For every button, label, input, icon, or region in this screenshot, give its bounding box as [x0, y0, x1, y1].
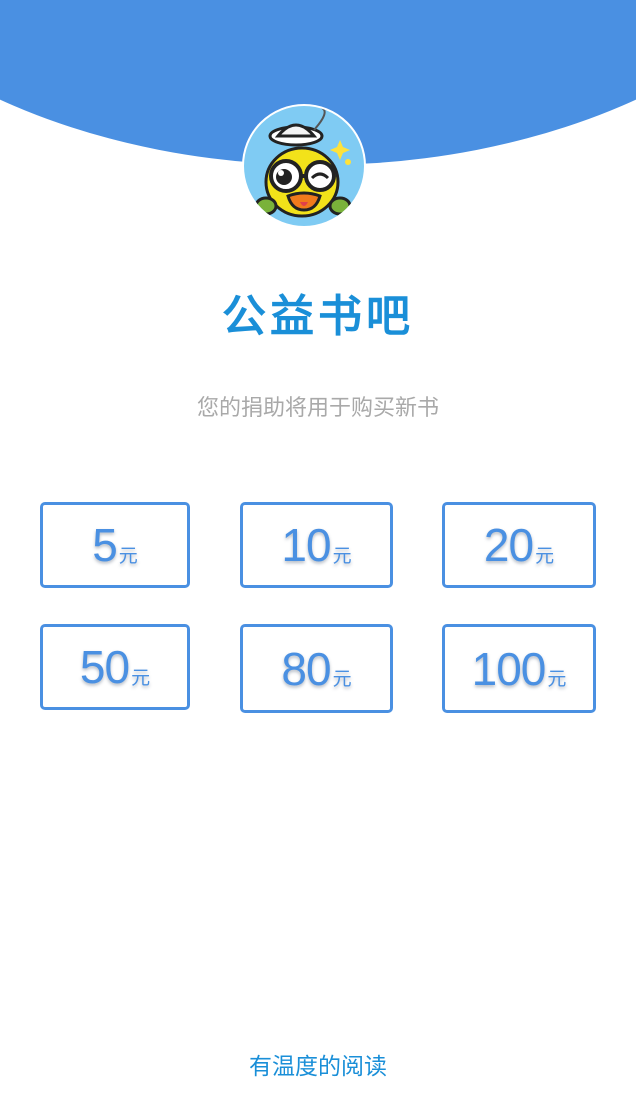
amount-unit: 元: [118, 544, 138, 567]
footer-slogan: 有温度的阅读: [249, 1054, 387, 1080]
amount-unit: 元: [332, 544, 352, 567]
amount-unit: 元: [535, 544, 555, 567]
amount-100-button[interactable]: 100 元: [442, 624, 596, 713]
donation-page: 公益书吧 您的捐助将用于购买新书 5元 10 元 20 元 50 元 80 元 100 元…: [0, 0, 636, 1096]
donation-subtitle: 您的捐助将用于购买新书: [196, 396, 439, 421]
avatar: [242, 104, 366, 228]
amount-value: 5: [92, 519, 118, 571]
amount-unit: 元: [547, 668, 567, 690]
amount-value: 10: [281, 519, 331, 571]
page-title: 公益书吧: [222, 291, 414, 342]
amount-value: 100: [471, 642, 547, 695]
cartoon-duck-mascot-icon: [254, 107, 352, 218]
amount-5-button[interactable]: 5元: [40, 502, 190, 588]
amount-unit: 元: [131, 666, 151, 689]
amount-unit: 元: [332, 668, 352, 690]
amount-50-button[interactable]: 50 元: [40, 624, 190, 710]
amount-80-button[interactable]: 80 元: [240, 624, 393, 713]
amount-10-button[interactable]: 10 元: [240, 502, 393, 588]
amount-20-button[interactable]: 20 元: [442, 502, 596, 588]
amount-value: 50: [79, 641, 130, 693]
amount-value: 80: [281, 642, 331, 695]
amount-value: 20: [483, 519, 534, 571]
